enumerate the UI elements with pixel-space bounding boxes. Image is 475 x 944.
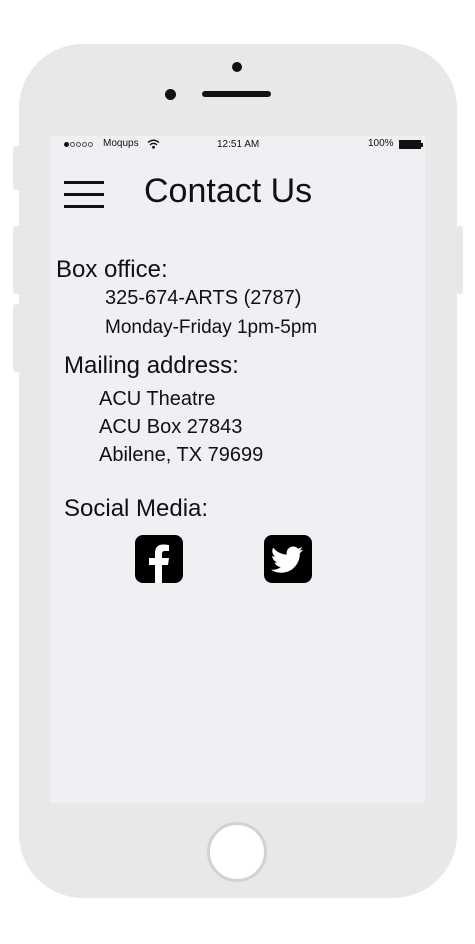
signal-strength-icon — [64, 142, 93, 147]
proximity-sensor — [165, 89, 176, 100]
status-time: 12:51 AM — [217, 139, 260, 150]
box-office-heading: Box office: — [56, 256, 168, 283]
hamburger-menu-icon[interactable] — [64, 180, 104, 210]
carrier-name: Moqups — [103, 138, 139, 149]
page-title: Contact Us — [144, 172, 313, 210]
box-office-phone[interactable]: 325-674-ARTS (2787) — [105, 287, 301, 310]
mailing-address-line-1: ACU Theatre — [99, 388, 216, 410]
wifi-icon — [147, 139, 160, 152]
status-bar: Moqups 12:51 AM 100% — [50, 136, 425, 154]
mailing-address-line-2: ACU Box 27843 — [99, 416, 243, 438]
battery-icon — [399, 140, 423, 149]
home-button[interactable] — [207, 822, 267, 882]
mailing-address-line-3: Abilene, TX 79699 — [99, 444, 264, 466]
screen: Moqups 12:51 AM 100% Contact Us Box offi… — [50, 136, 425, 803]
earpiece-speaker — [202, 91, 271, 97]
front-camera — [232, 62, 242, 72]
mailing-address-heading: Mailing address: — [64, 352, 239, 379]
box-office-hours: Monday-Friday 1pm-5pm — [105, 317, 318, 338]
social-media-heading: Social Media: — [64, 495, 209, 522]
battery-percent: 100% — [368, 138, 394, 149]
twitter-icon[interactable] — [264, 535, 312, 583]
facebook-icon[interactable] — [135, 535, 183, 583]
